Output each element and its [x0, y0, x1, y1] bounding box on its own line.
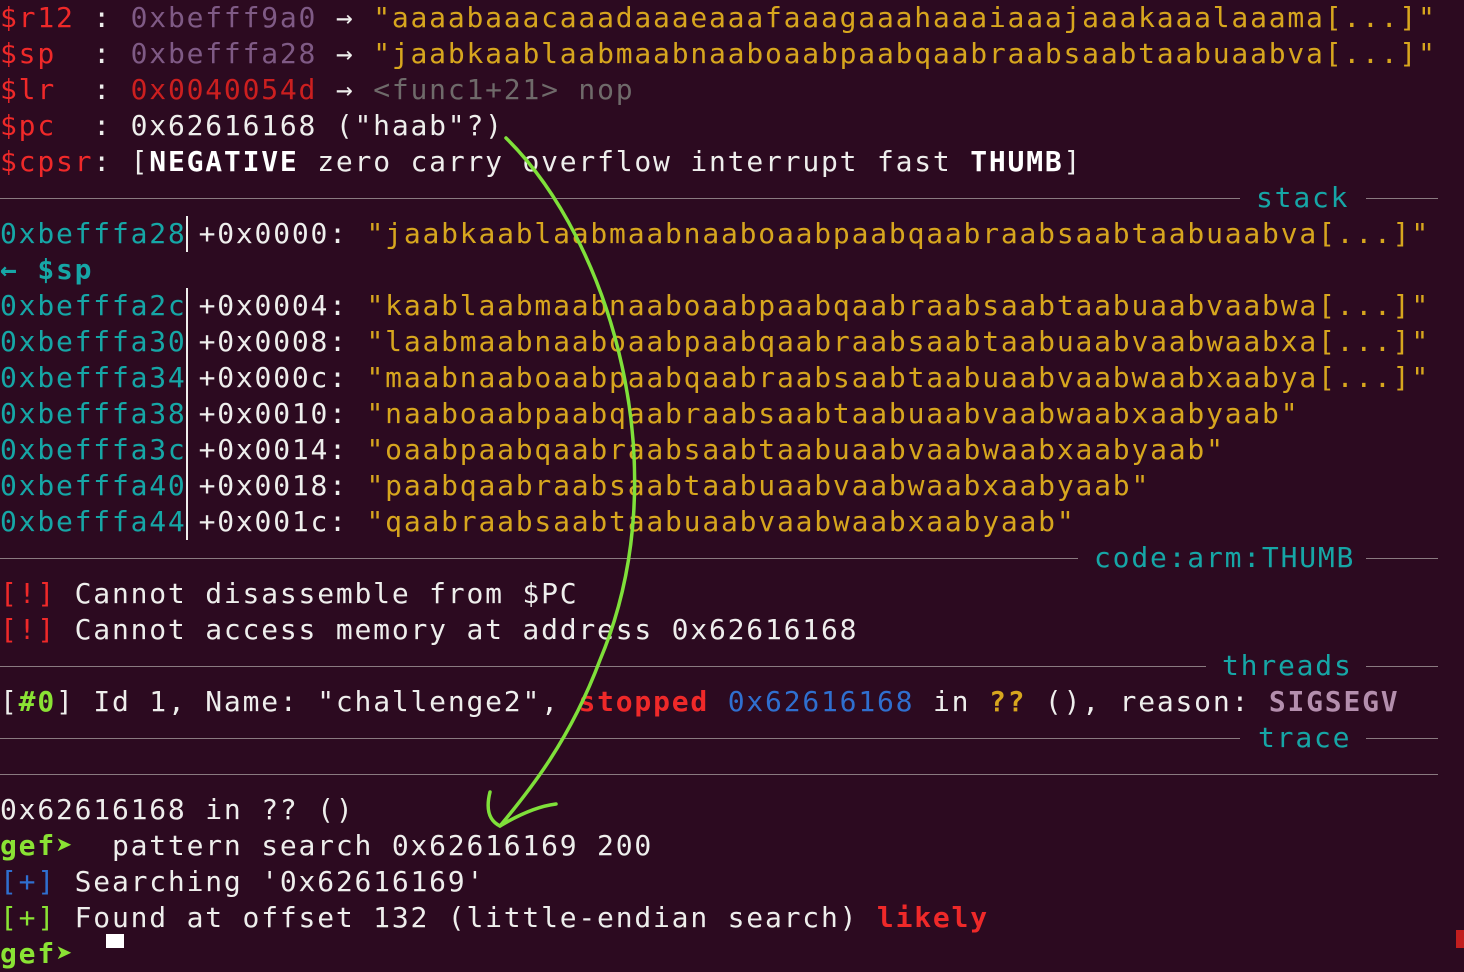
corner-mark	[1456, 930, 1464, 948]
annotation-arrow-icon	[486, 136, 637, 828]
